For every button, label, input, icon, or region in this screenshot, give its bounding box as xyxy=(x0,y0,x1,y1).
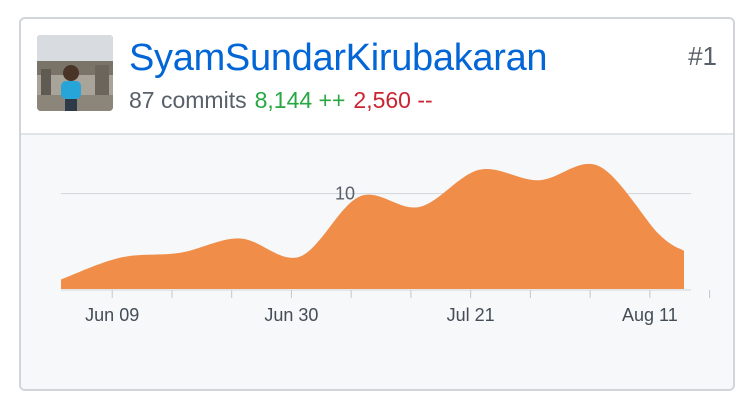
deletions-count: 2,560 -- xyxy=(353,87,433,113)
commits-link[interactable]: 87 commits xyxy=(129,87,247,113)
contribution-area-series xyxy=(61,163,684,289)
x-axis-tick-label: Jul 21 xyxy=(447,305,495,325)
x-axis-tick-label: Jun 30 xyxy=(264,305,318,325)
contribution-stats: 87 commits 8,144 ++ 2,560 -- xyxy=(129,89,433,112)
user-avatar-photo-icon xyxy=(37,35,113,111)
avatar[interactable] xyxy=(37,35,113,111)
x-axis-tick-label: Aug 11 xyxy=(622,305,678,325)
contribution-chart: 10 Jun 09 Jun 30 Jul 21 Aug 11 xyxy=(21,135,733,389)
contributor-card: SyamSundarKirubakaran 87 commits 8,144 ++… xyxy=(19,17,735,391)
username-link[interactable]: SyamSundarKirubakaran xyxy=(129,39,548,77)
rank-badge: #1 xyxy=(688,41,717,71)
contribution-chart-svg: 10 Jun 09 Jun 30 Jul 21 Aug 11 xyxy=(61,163,711,325)
additions-count: 8,144 ++ xyxy=(254,87,346,113)
contributor-header: SyamSundarKirubakaran 87 commits 8,144 ++… xyxy=(21,19,733,135)
x-axis-tick-label: Jun 09 xyxy=(85,305,139,325)
gridline-label: 10 xyxy=(335,184,355,204)
